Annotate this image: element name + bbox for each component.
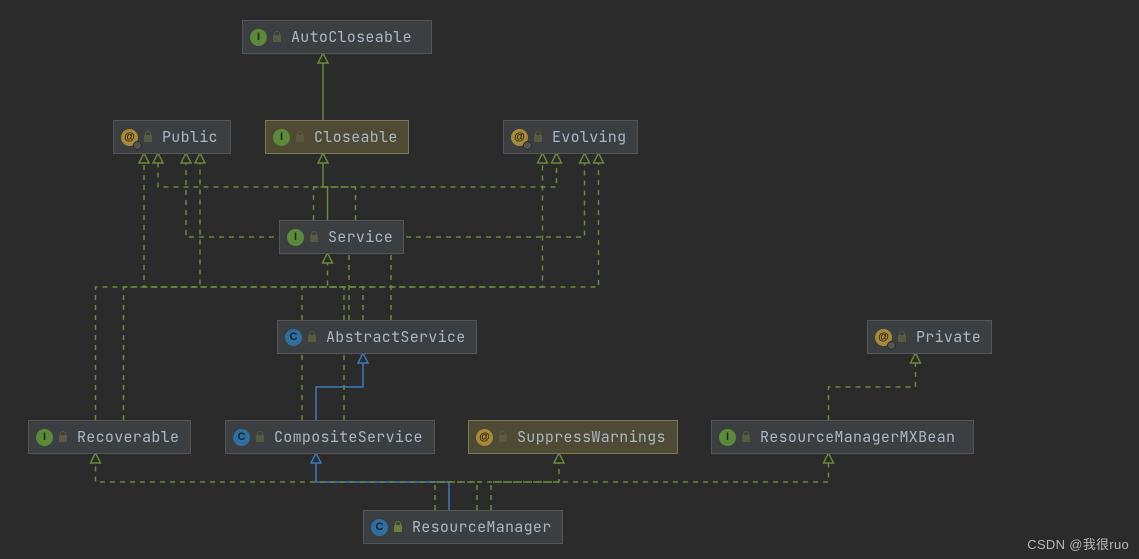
interface-icon xyxy=(719,429,736,446)
interface-icon xyxy=(250,29,267,46)
lock-icon xyxy=(306,331,318,343)
edge-abstractservice-to-service xyxy=(328,254,364,320)
node-label: ResourceManager xyxy=(412,517,552,537)
edge-resourcemanager-to-recoverable xyxy=(96,454,478,510)
node-evolving[interactable]: Evolving xyxy=(503,120,638,154)
lock-icon xyxy=(57,431,69,443)
node-rmmxbean[interactable]: ResourceManagerMXBean xyxy=(711,420,974,454)
node-recoverable[interactable]: Recoverable xyxy=(28,420,191,454)
edge-resourcemanager-to-compositeservice xyxy=(316,454,449,510)
lock-icon xyxy=(740,431,752,443)
node-label: Private xyxy=(916,327,981,347)
lock-icon xyxy=(308,231,320,243)
connectors-layer xyxy=(0,0,1139,559)
node-label: SuppressWarnings xyxy=(517,427,666,447)
node-autocloseable[interactable]: AutoCloseable xyxy=(242,20,432,54)
node-label: AbstractService xyxy=(326,327,466,347)
node-label: ResourceManagerMXBean xyxy=(760,427,955,447)
node-label: Public xyxy=(162,127,218,147)
node-closeable[interactable]: Closeable xyxy=(265,120,409,154)
annotation-icon xyxy=(875,329,892,346)
lock-icon xyxy=(497,431,509,443)
lock-icon xyxy=(532,131,544,143)
node-suppresswarnings[interactable]: SuppressWarnings xyxy=(468,420,678,454)
edge-compositeservice-to-abstractservice xyxy=(316,354,363,420)
edge-compositeservice-to-public xyxy=(144,154,344,420)
lock-icon xyxy=(294,131,306,143)
node-public[interactable]: Public xyxy=(113,120,231,154)
edge-recoverable-to-evolving xyxy=(124,154,599,420)
node-compositeservice[interactable]: CompositeService xyxy=(225,420,435,454)
edge-recoverable-to-public xyxy=(96,154,201,420)
diagram-canvas[interactable]: AutoCloseable Public Closeable Evolving Serv… xyxy=(0,0,1139,559)
class-icon xyxy=(371,519,388,536)
node-label: Service xyxy=(328,227,393,247)
node-label: AutoCloseable xyxy=(291,27,412,47)
lock-icon xyxy=(271,31,283,43)
magnify-overlay-icon xyxy=(133,141,142,150)
edge-service-to-evolving xyxy=(314,154,557,220)
edge-service-to-public xyxy=(158,154,356,220)
class-icon xyxy=(285,329,302,346)
node-label: Recoverable xyxy=(77,427,179,447)
magnify-overlay-icon xyxy=(887,341,896,350)
lock-icon xyxy=(142,131,154,143)
lock-icon xyxy=(896,331,908,343)
edge-rmmxbean-to-private xyxy=(829,354,916,420)
node-resourcemanager[interactable]: ResourceManager xyxy=(363,510,563,544)
node-service[interactable]: Service xyxy=(279,220,404,254)
edge-resourcemanager-to-rmmxbean xyxy=(491,454,829,510)
node-label: CompositeService xyxy=(274,427,423,447)
node-abstractservice[interactable]: AbstractService xyxy=(277,320,477,354)
lock-icon xyxy=(254,431,266,443)
annotation-icon xyxy=(511,129,528,146)
lock-icon xyxy=(392,521,404,533)
edge-resourcemanager-to-suppresswarnings xyxy=(435,454,559,510)
interface-icon xyxy=(36,429,53,446)
interface-icon xyxy=(287,229,304,246)
watermark: CSDN @我很ruo xyxy=(1027,534,1129,553)
edge-compositeservice-to-evolving xyxy=(302,154,543,420)
class-icon xyxy=(233,429,250,446)
edge-service-to-closeable xyxy=(323,154,328,220)
magnify-overlay-icon xyxy=(523,141,532,150)
annotation-icon xyxy=(476,429,493,446)
annotation-icon xyxy=(121,129,138,146)
interface-icon xyxy=(273,129,290,146)
node-private[interactable]: Private xyxy=(867,320,992,354)
node-label: Evolving xyxy=(552,127,626,147)
node-label: Closeable xyxy=(314,127,398,147)
